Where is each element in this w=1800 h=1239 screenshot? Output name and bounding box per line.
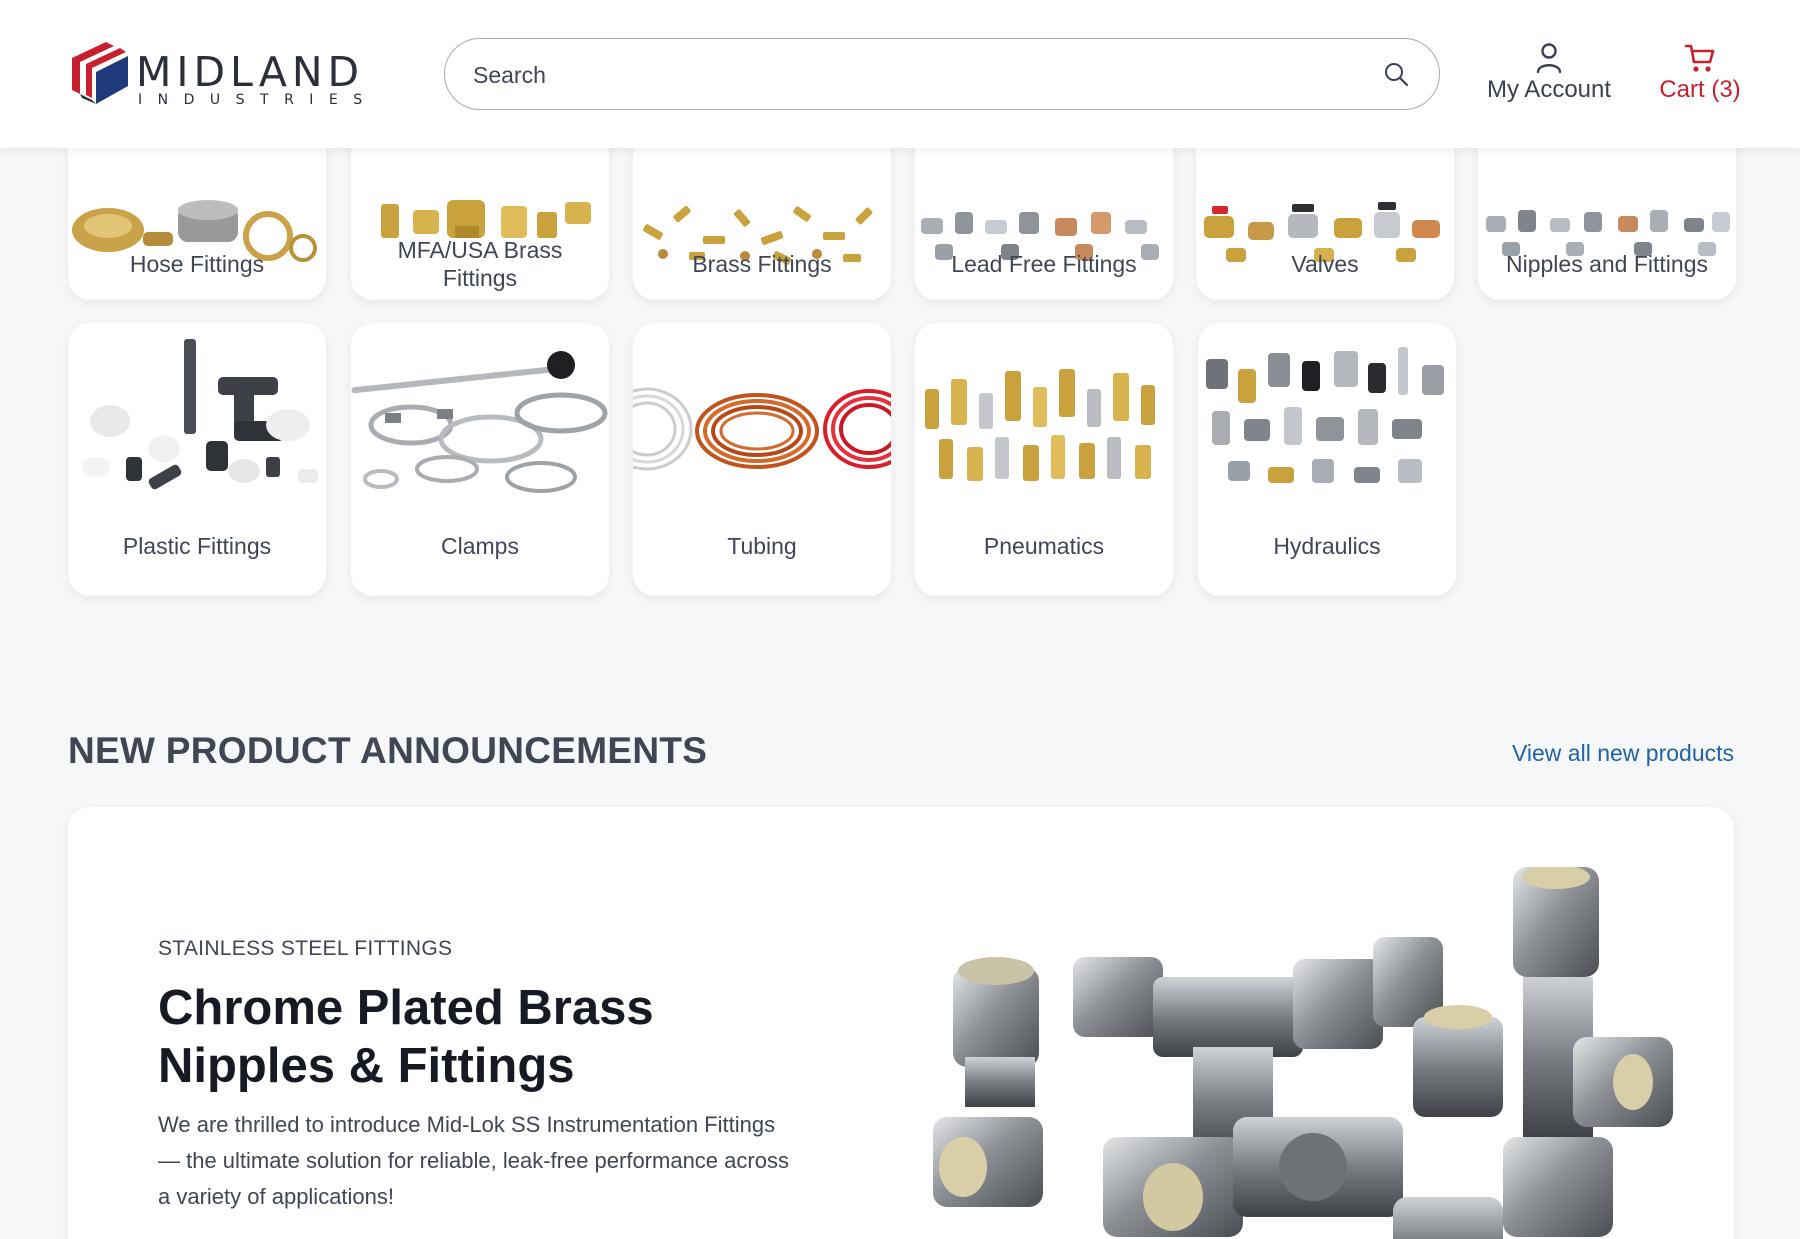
view-all-new-products-link[interactable]: View all new products: [1512, 740, 1734, 767]
category-label: MFA/USA Brass Fittings: [397, 237, 563, 291]
announcement-category: STAINLESS STEEL FITTINGS: [158, 937, 453, 960]
category-label: Lead Free Fittings: [951, 251, 1137, 277]
cart-link[interactable]: Cart (3): [1648, 40, 1752, 112]
category-label: Valves: [1291, 251, 1359, 277]
my-account-label: My Account: [1486, 76, 1612, 103]
cart-label: Cart (3): [1659, 76, 1741, 103]
announcement-headline: Chrome Plated Brass Nipples & Fittings: [158, 981, 654, 1093]
announcement-card[interactable]: STAINLESS STEEL FITTINGS Chrome Plated B…: [68, 807, 1734, 1239]
search-input[interactable]: [473, 57, 1333, 93]
plastic-fittings-image: [82, 339, 318, 490]
category-label: Nipples and Fittings: [1506, 251, 1708, 277]
category-label: Clamps: [441, 533, 519, 559]
search-icon[interactable]: [1383, 61, 1409, 87]
site-header: MIDLAND INDUSTRIES My Account Cart (3): [0, 0, 1800, 148]
category-card-clamps[interactable]: Clamps: [351, 323, 609, 596]
tubing-image: [633, 387, 891, 471]
category-label: Pneumatics: [983, 533, 1105, 559]
category-label: Plastic Fittings: [122, 533, 272, 559]
section-title: NEW PRODUCT ANNOUNCEMENTS: [68, 730, 708, 771]
my-account-link[interactable]: My Account: [1480, 40, 1618, 112]
hydraulics-image: [1206, 347, 1444, 483]
clamps-image: [351, 351, 608, 493]
midland-logo[interactable]: MIDLAND INDUSTRIES: [66, 38, 391, 110]
category-label: Hydraulics: [1273, 533, 1381, 559]
user-icon: [1536, 43, 1562, 74]
category-card-hydraulics[interactable]: Hydraulics: [1198, 323, 1456, 596]
announcement-description: We are thrilled to introduce Mid-Lok SS …: [158, 1112, 789, 1209]
category-label: Tubing: [727, 533, 797, 559]
category-card-tubing[interactable]: Tubing: [633, 323, 891, 596]
category-label: Hose Fittings: [129, 251, 265, 277]
pneumatics-image: [925, 369, 1155, 481]
search-bar[interactable]: [444, 38, 1440, 110]
category-card-plastic-fittings[interactable]: Plastic Fittings: [68, 323, 326, 596]
logo-mark-icon: [72, 42, 128, 104]
logo-tagline: INDUSTRIES: [138, 92, 378, 108]
stainless-fittings-image: [933, 867, 1673, 1239]
cart-icon: [1684, 44, 1715, 72]
category-label: Brass Fittings: [692, 251, 832, 277]
category-card-pneumatics[interactable]: Pneumatics: [915, 323, 1173, 596]
logo-wordmark: MIDLAND: [136, 48, 365, 96]
